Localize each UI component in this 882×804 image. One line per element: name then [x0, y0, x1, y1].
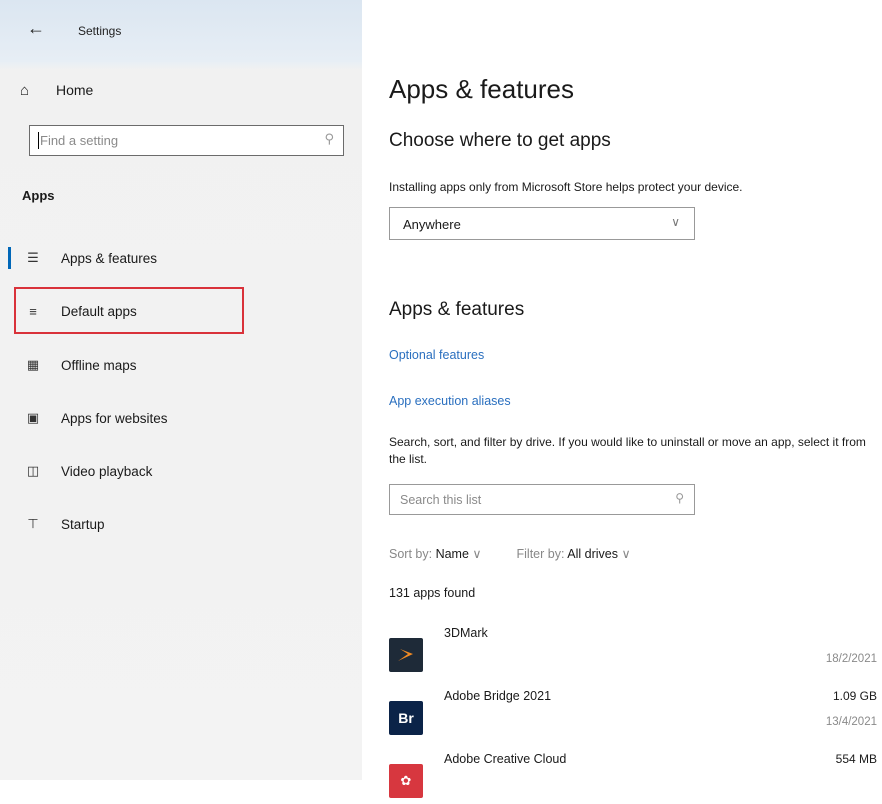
creative-cloud-logo-icon: ✿: [400, 773, 412, 788]
filter-value: All drives: [567, 547, 618, 561]
chevron-down-icon: ∨: [671, 215, 680, 229]
optional-features-link[interactable]: Optional features: [389, 348, 484, 362]
highlight-annotation-box: [14, 287, 244, 334]
search-icon: ⚲: [675, 491, 684, 505]
map-icon: ▦: [26, 357, 40, 372]
dropdown-value: Anywhere: [403, 217, 461, 232]
back-arrow-icon[interactable]: ←: [22, 14, 50, 42]
app-size: 554 MB: [835, 752, 877, 766]
3dmark-app-icon: [389, 638, 423, 672]
sidebar-item-label: Apps for websites: [61, 410, 168, 426]
window-title: Settings: [78, 24, 122, 38]
filter-by-dropdown[interactable]: Filter by: All drives ∨: [517, 547, 631, 561]
app-date: 13/4/2021: [825, 716, 877, 728]
app-date: 18/2/2021: [825, 653, 877, 665]
app-list-item-3dmark[interactable]: 3DMark 18/2/2021: [389, 626, 877, 678]
sidebar-item-apps-for-websites[interactable]: ▣ Apps for websites: [14, 401, 354, 435]
find-setting-input[interactable]: [40, 126, 310, 155]
sidebar-item-startup[interactable]: ⊤ Startup: [14, 507, 354, 541]
home-icon: ⌂: [20, 81, 30, 99]
apps-features-heading: Apps & features: [389, 299, 525, 320]
text-caret: [38, 132, 39, 149]
web-app-icon: ▣: [26, 410, 40, 425]
search-icon: ⚲: [324, 131, 334, 146]
adobe-bridge-app-icon: Br: [389, 701, 423, 735]
sidebar-item-apps-features[interactable]: ☰ Apps & features: [8, 241, 354, 275]
startup-icon: ⊤: [27, 516, 39, 531]
sort-value: Name: [435, 547, 469, 561]
sidebar-item-label: Offline maps: [61, 357, 137, 373]
section-label-apps: Apps: [22, 188, 55, 203]
chevron-down-icon: ∨: [472, 547, 482, 561]
app-name: 3DMark: [444, 626, 488, 640]
app-name: Adobe Bridge 2021: [444, 689, 552, 703]
page-title: Apps & features: [389, 74, 574, 104]
apps-count: 131 apps found: [389, 586, 476, 600]
sort-filter-row: Sort by: Name ∨ Filter by: All drives ∨: [389, 546, 631, 561]
app-size: 1.09 GB: [832, 689, 877, 703]
sidebar-item-label: Video playback: [61, 463, 153, 479]
find-setting-search[interactable]: ⚲: [29, 125, 344, 156]
3dmark-logo-icon: [398, 649, 413, 661]
filter-prefix: Filter by:: [516, 547, 565, 561]
app-list-item-adobe-creative-cloud[interactable]: ✿ Adobe Creative Cloud 554 MB: [389, 752, 877, 804]
sidebar: ← Settings ⌂ Home ⚲ Apps ☰ Apps & featur…: [0, 0, 362, 780]
sidebar-item-offline-maps[interactable]: ▦ Offline maps: [14, 348, 354, 382]
choose-apps-description: Installing apps only from Microsoft Stor…: [389, 180, 743, 194]
sidebar-item-video-playback[interactable]: ◫ Video playback: [14, 454, 354, 488]
list-icon: ☰: [27, 250, 39, 265]
adobe-bridge-logo-text: Br: [398, 710, 414, 726]
creative-cloud-app-icon: ✿: [389, 764, 423, 798]
app-name: Adobe Creative Cloud: [444, 752, 567, 766]
chevron-down-icon: ∨: [621, 547, 631, 561]
sort-prefix: Sort by:: [389, 547, 433, 561]
main-content: Apps & features Choose where to get apps…: [362, 0, 882, 798]
sidebar-item-label: Startup: [61, 516, 105, 532]
app-list-search[interactable]: ⚲: [389, 484, 695, 515]
sidebar-item-label: Apps & features: [61, 250, 158, 266]
title-bar: ← Settings: [0, 0, 362, 62]
home-label: Home: [56, 82, 94, 98]
sort-by-dropdown[interactable]: Sort by: Name ∨: [389, 547, 482, 561]
home-nav-item[interactable]: ⌂ Home: [20, 74, 340, 106]
app-list-item-adobe-bridge[interactable]: Br Adobe Bridge 2021 1.09 GB 13/4/2021: [389, 689, 877, 741]
search-description: Search, sort, and filter by drive. If yo…: [389, 435, 866, 466]
choose-apps-heading: Choose where to get apps: [389, 130, 611, 151]
video-icon: ◫: [26, 463, 40, 478]
app-list-search-input[interactable]: [400, 485, 660, 514]
app-execution-aliases-link[interactable]: App execution aliases: [389, 394, 511, 408]
app-source-dropdown[interactable]: Anywhere ∨: [389, 207, 695, 240]
